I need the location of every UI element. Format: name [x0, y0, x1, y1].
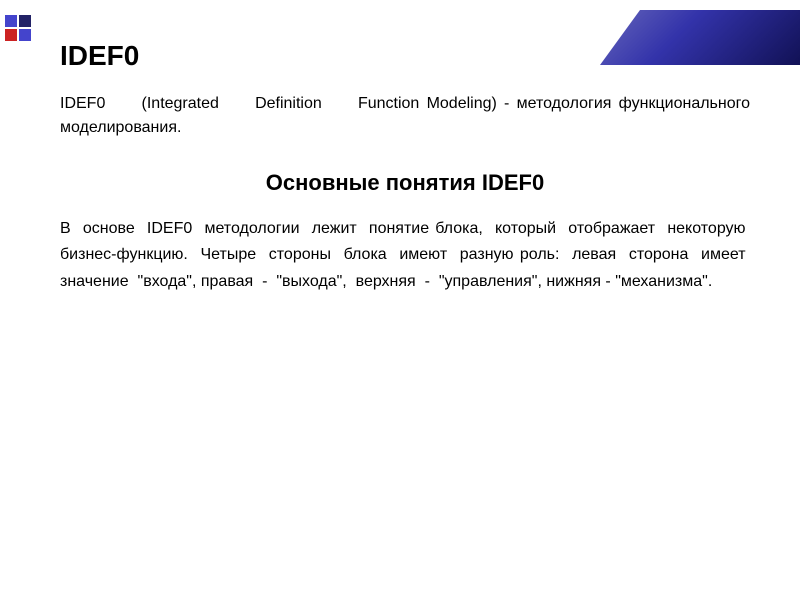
corner-square-3	[5, 29, 17, 41]
corner-square-2	[19, 15, 31, 27]
intro-paragraph: IDEF0 (Integrated Definition Function Mo…	[60, 92, 750, 140]
body-paragraph: В основе IDEF0 методологии лежит понятие…	[60, 216, 750, 295]
corner-square-4	[19, 29, 31, 41]
corner-square-1	[5, 15, 17, 27]
corner-decoration-topleft	[5, 15, 31, 41]
section-title: Основные понятия IDEF0	[60, 170, 750, 196]
